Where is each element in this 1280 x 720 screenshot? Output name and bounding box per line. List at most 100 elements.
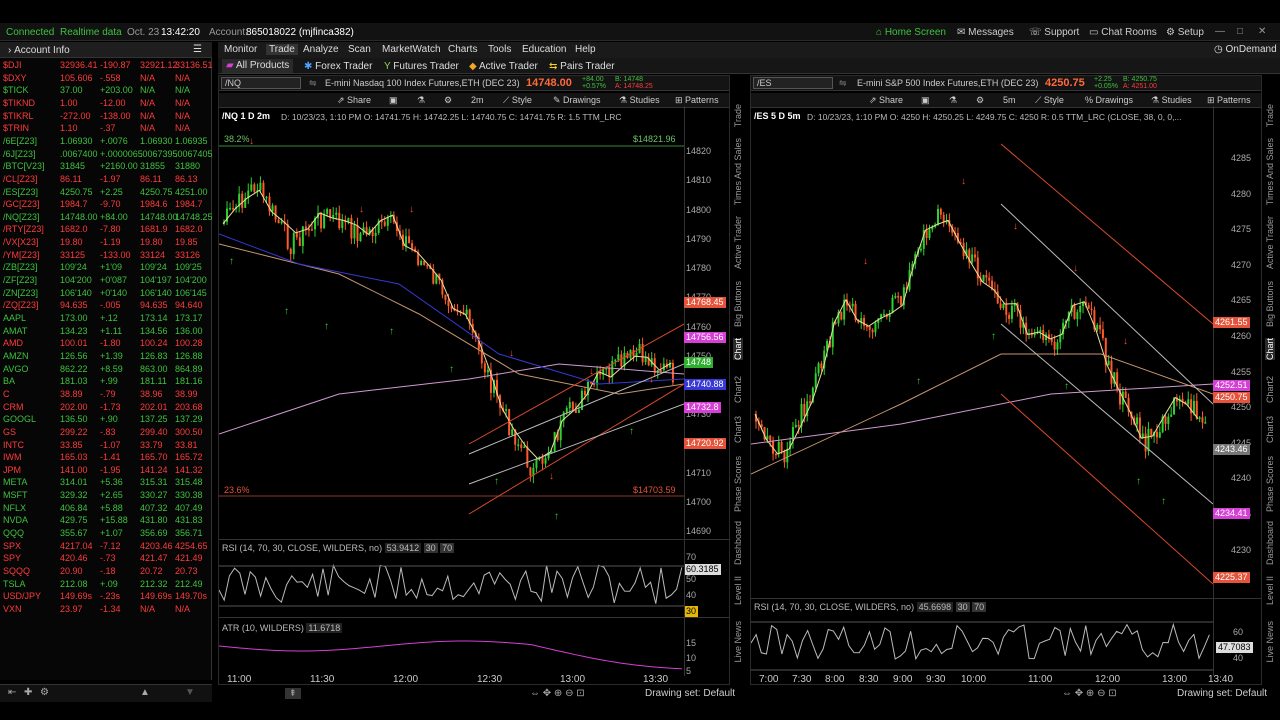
side-tab-live-news[interactable]: Live News: [1265, 621, 1275, 663]
es-symbol-input[interactable]: /ES: [753, 77, 833, 89]
watchlist-row[interactable]: AMZN 126.56 +1.39 126.83 126.88: [0, 350, 212, 363]
es-rsi-plot[interactable]: [751, 614, 1213, 674]
nq-patterns-button[interactable]: ⊞ Patterns: [675, 95, 719, 106]
es-patterns-button[interactable]: ⊞ Patterns: [1207, 95, 1251, 106]
watchlist-row[interactable]: META 314.01 +5.36 315.31 315.48: [0, 476, 212, 489]
settings-icon[interactable]: ⚙: [40, 687, 49, 698]
watchlist-row[interactable]: AMAT 134.23 +1.11 134.56 136.00: [0, 325, 212, 338]
es-timeframe-select[interactable]: 5m: [1003, 95, 1016, 105]
messages-button[interactable]: ✉ Messages: [957, 27, 1014, 38]
es-drawings-button[interactable]: % Drawings: [1085, 95, 1133, 105]
watchlist-row[interactable]: AAPL 173.00 +.12 173.14 173.17: [0, 312, 212, 325]
subtab-all-products[interactable]: ▰ All Products: [222, 59, 294, 73]
watchlist-row[interactable]: SQQQ 20.90 -.18 20.72 20.73: [0, 565, 212, 578]
side-tab-chart3[interactable]: Chart3: [733, 416, 743, 443]
flask-icon[interactable]: ⚗: [949, 95, 957, 106]
link-icon[interactable]: ⇋: [309, 78, 317, 89]
watchlist-row[interactable]: GOOGL 136.50 +.90 137.25 137.29: [0, 413, 212, 426]
watchlist-row[interactable]: INTC 33.85 -1.07 33.79 33.81: [0, 439, 212, 452]
subtab-pairs-trader[interactable]: ⇆ Pairs Trader: [549, 61, 615, 72]
subtab-futures-trader[interactable]: Y Futures Trader: [384, 61, 459, 72]
nq-drawing-set[interactable]: Drawing set: Default: [645, 688, 735, 699]
watchlist-row[interactable]: /RTY[Z23] 1682.0 -7.80 1681.9 1682.0: [0, 223, 212, 236]
home-screen-button[interactable]: ⌂ Home Screen: [876, 27, 946, 38]
account-info-header[interactable]: › Account Info ☰: [0, 42, 212, 58]
nq-atr-plot[interactable]: [219, 634, 684, 674]
watchlist-row[interactable]: /VX[X23] 19.80 -1.19 19.80 19.85: [0, 236, 212, 249]
ondemand-button[interactable]: ◷ OnDemand: [1214, 44, 1277, 55]
side-tab-big-buttons[interactable]: Big Buttons: [733, 281, 743, 327]
watchlist-row[interactable]: /ZQ[Z23] 94.635 -.005 94.635 94.640: [0, 299, 212, 312]
camera-icon[interactable]: ▣: [921, 95, 930, 106]
nq-symbol-input[interactable]: /NQ: [221, 77, 301, 89]
side-tab-trade[interactable]: Trade: [733, 104, 743, 127]
watchlist-row[interactable]: C 38.89 -.79 38.96 38.99: [0, 388, 212, 401]
side-tab-chart[interactable]: Chart: [733, 338, 743, 361]
watchlist-row[interactable]: /6J[Z23] .0067400 +.0000065.0067395.006740…: [0, 148, 213, 161]
chat-rooms-button[interactable]: ▭ Chat Rooms: [1089, 27, 1157, 38]
watchlist-row[interactable]: USD/JPY 149.69s -.23s 149.69s 149.70s: [0, 590, 212, 603]
side-tab-trade[interactable]: Trade: [1265, 104, 1275, 127]
side-tab-chart3[interactable]: Chart3: [1265, 416, 1275, 443]
watchlist-row[interactable]: CRM 202.00 -1.73 202.01 203.68: [0, 401, 212, 414]
watchlist-row[interactable]: /GC[Z23] 1984.7 -9.70 1984.6 1984.7: [0, 198, 212, 211]
watchlist-row[interactable]: NFLX 406.84 +5.88 407.32 407.49: [0, 502, 212, 515]
nq-collapse-button[interactable]: ⇞: [285, 688, 301, 699]
nq-studies-button[interactable]: ⚗ Studies: [619, 95, 660, 106]
watchlist-row[interactable]: BA 181.03 +.99 181.11 181.16: [0, 375, 212, 388]
side-tab-big-buttons[interactable]: Big Buttons: [1265, 281, 1275, 327]
watchlist-row[interactable]: GS 299.22 -.83 299.40 300.50: [0, 426, 212, 439]
side-tab-dashboard[interactable]: Dashboard: [733, 521, 743, 565]
tab-marketwatch[interactable]: MarketWatch: [382, 44, 441, 55]
watchlist-row[interactable]: /CL[Z23] 86.11 -1.97 86.11 86.13: [0, 173, 212, 186]
watchlist-row[interactable]: $DXY 105.606 -.558 N/A N/A: [0, 72, 212, 85]
nq-rsi-plot[interactable]: [219, 554, 684, 616]
nq-share-button[interactable]: ⇗ Share: [337, 95, 371, 106]
side-tab-times-and-sales[interactable]: Times And Sales: [1265, 138, 1275, 205]
side-tab-active-trader[interactable]: Active Trader: [733, 216, 743, 269]
subtab-forex-trader[interactable]: ✱ Forex Trader: [304, 61, 372, 72]
minimize-button[interactable]: —: [1215, 26, 1225, 37]
watchlist-row[interactable]: /NQ[Z23] 14748.00 +84.00 14748.00 14748.25: [0, 211, 213, 224]
es-share-button[interactable]: ⇗ Share: [869, 95, 903, 106]
watchlist-row[interactable]: VXN 23.97 -1.34 N/A N/A: [0, 603, 212, 616]
tab-analyze[interactable]: Analyze: [303, 44, 339, 55]
watchlist-row[interactable]: SPX 4217.04 -7.12 4203.46 4254.65: [0, 540, 212, 553]
watchlist-row[interactable]: /ZB[Z23] 109'24 +1'09 109'24 109'25: [0, 261, 212, 274]
side-tab-level-ii[interactable]: Level II: [1265, 576, 1275, 605]
setup-button[interactable]: ⚙ Setup: [1166, 27, 1204, 38]
nq-price-chart[interactable]: ↓ ↓ ↓ ↓ ↓ ↓ ↓ ↑ ↑ ↑ ↑ ↑ ↑ ↑ ↑: [219, 124, 684, 536]
watchlist-row[interactable]: /ES[Z23] 4250.75 +2.25 4250.75 4251.00: [0, 186, 212, 199]
tab-help[interactable]: Help: [575, 44, 596, 55]
tab-charts[interactable]: Charts: [448, 44, 477, 55]
watchlist-row[interactable]: /ZF[Z23] 104'200 +0'087 104'197 104'200: [0, 274, 212, 287]
tab-scan[interactable]: Scan: [348, 44, 371, 55]
side-tab-level-ii[interactable]: Level II: [733, 576, 743, 605]
watchlist-row[interactable]: MSFT 329.32 +2.65 330.27 330.38: [0, 489, 212, 502]
watchlist-row[interactable]: $TIKRL -272.00 -138.00 N/A N/A: [0, 110, 212, 123]
watchlist-row[interactable]: JPM 141.00 -1.95 141.24 141.32: [0, 464, 212, 477]
watchlist-row[interactable]: $TIKND 1.00 -12.00 N/A N/A: [0, 97, 212, 110]
side-tab-active-trader[interactable]: Active Trader: [1265, 216, 1275, 269]
add-icon[interactable]: ✚: [24, 687, 32, 698]
watchlist-row[interactable]: AMD 100.01 -1.80 100.24 100.28: [0, 337, 212, 350]
nq-zoom-controls[interactable]: ⇔ ✥ ⊕ ⊖ ⊡: [530, 688, 585, 699]
side-tab-phase-scores[interactable]: Phase Scores: [733, 456, 743, 512]
side-tab-times-and-sales[interactable]: Times And Sales: [733, 138, 743, 205]
watchlist-row[interactable]: /YM[Z23] 33125 -133.00 33124 33126: [0, 249, 212, 262]
gear-icon[interactable]: ⚙: [444, 95, 452, 106]
watchlist-row[interactable]: NVDA 429.75 +15.88 431.80 431.83: [0, 514, 212, 527]
link-icon[interactable]: ⇋: [839, 78, 847, 89]
side-tab-chart2[interactable]: Chart2: [733, 376, 743, 403]
tab-tools[interactable]: Tools: [488, 44, 511, 55]
side-tab-chart2[interactable]: Chart2: [1265, 376, 1275, 403]
flask-icon[interactable]: ⚗: [417, 95, 425, 106]
watchlist-row[interactable]: /BTC[V23] 31845 +2160.00 31855 31880: [0, 160, 212, 173]
es-zoom-controls[interactable]: ⇔ ✥ ⊕ ⊖ ⊡: [1062, 688, 1117, 699]
nq-drawings-button[interactable]: ✎ Drawings: [553, 95, 601, 106]
close-button[interactable]: ✕: [1258, 26, 1266, 37]
watchlist-row[interactable]: $TRIN 1.10 -.37 N/A N/A: [0, 122, 212, 135]
side-tab-dashboard[interactable]: Dashboard: [1265, 521, 1275, 565]
tab-education[interactable]: Education: [522, 44, 566, 55]
gear-icon[interactable]: ⚙: [976, 95, 984, 106]
